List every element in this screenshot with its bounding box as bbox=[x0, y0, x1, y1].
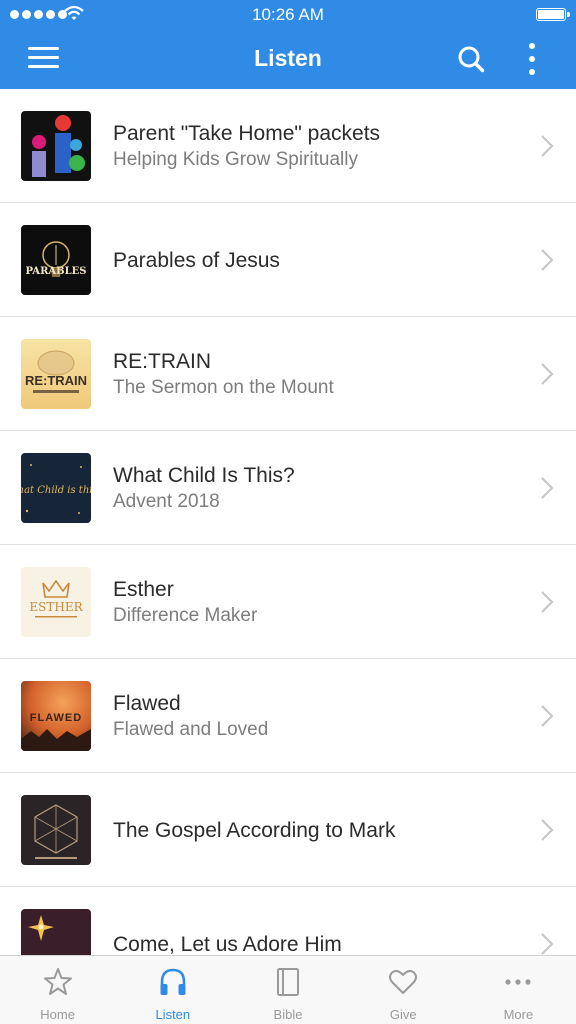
series-thumbnail: what Child is this? bbox=[21, 453, 91, 523]
tab-label: Listen bbox=[155, 1007, 191, 1022]
hamburger-menu-icon[interactable] bbox=[28, 47, 59, 69]
chevron-right-icon bbox=[541, 819, 554, 841]
tab-more[interactable]: More bbox=[461, 956, 576, 1024]
item-subtitle: Helping Kids Grow Spiritually bbox=[113, 149, 358, 170]
headphones-icon bbox=[160, 968, 186, 995]
tab-label: More bbox=[503, 1007, 534, 1022]
tab-label: Bible bbox=[273, 1007, 303, 1022]
item-subtitle: Difference Maker bbox=[113, 605, 258, 626]
book-icon bbox=[277, 968, 299, 996]
item-title: Esther bbox=[113, 578, 174, 601]
item-title: Parables of Jesus bbox=[113, 248, 280, 272]
thumbnail-title: FLAWED bbox=[30, 712, 82, 724]
chevron-right-icon bbox=[541, 135, 554, 157]
series-thumbnail: ESTHER bbox=[21, 567, 91, 637]
list-item[interactable]: ESTHER Esther Difference Maker bbox=[0, 545, 576, 659]
list-item[interactable]: PARABLES Parables of Jesus bbox=[0, 203, 576, 317]
series-thumbnail: RE:TRAIN bbox=[21, 339, 91, 409]
chevron-right-icon bbox=[541, 705, 554, 727]
chevron-right-icon bbox=[541, 363, 554, 385]
series-thumbnail: FLAWED bbox=[21, 681, 91, 751]
thumbnail-title: ESTHER bbox=[29, 600, 83, 614]
more-dots-icon bbox=[505, 979, 532, 985]
series-thumbnail bbox=[21, 909, 91, 955]
list-item[interactable]: what Child is this? What Child Is This? … bbox=[0, 431, 576, 545]
item-title: Parent "Take Home" packets bbox=[113, 122, 381, 145]
tab-label: Give bbox=[389, 1007, 417, 1022]
item-subtitle: Flawed and Loved bbox=[113, 719, 269, 740]
search-icon[interactable] bbox=[457, 45, 485, 73]
list-item[interactable]: Parent "Take Home" packets Helping Kids … bbox=[0, 89, 576, 203]
battery-icon bbox=[536, 8, 570, 21]
tab-label: Home bbox=[40, 1007, 75, 1022]
series-thumbnail: PARABLES bbox=[21, 225, 91, 295]
series-list: Parent "Take Home" packets Helping Kids … bbox=[0, 89, 576, 955]
chevron-right-icon bbox=[541, 477, 554, 499]
top-bar: 10:26 AM Listen bbox=[0, 0, 576, 89]
star-icon bbox=[43, 968, 72, 995]
item-subtitle: Advent 2018 bbox=[113, 491, 220, 512]
item-subtitle: The Sermon on the Mount bbox=[113, 377, 334, 398]
thumbnail-title: what Child is this? bbox=[21, 485, 91, 496]
item-title: Flawed bbox=[113, 692, 181, 715]
list-item[interactable]: The Gospel According to Mark bbox=[0, 773, 576, 887]
nav-bar: Listen bbox=[0, 30, 576, 89]
thumbnail-title: RE:TRAIN bbox=[25, 373, 87, 388]
page-title: Listen bbox=[254, 45, 322, 71]
tab-bar: Home Listen Bible Give More bbox=[0, 955, 576, 1024]
item-title: What Child Is This? bbox=[113, 464, 295, 487]
tab-give[interactable]: Give bbox=[346, 956, 461, 1024]
chevron-right-icon bbox=[541, 591, 554, 613]
status-time: 10:26 AM bbox=[252, 5, 324, 24]
tab-bible[interactable]: Bible bbox=[230, 956, 345, 1024]
thumbnail-title: PARABLES bbox=[26, 266, 87, 277]
item-title: Come, Let us Adore Him bbox=[113, 932, 342, 956]
item-title: RE:TRAIN bbox=[113, 350, 212, 373]
status-bar: 10:26 AM bbox=[0, 0, 576, 30]
more-options-icon[interactable] bbox=[522, 43, 542, 75]
list-item[interactable]: FLAWED Flawed Flawed and Loved bbox=[0, 659, 576, 773]
series-thumbnail bbox=[21, 795, 91, 865]
list-item[interactable]: Come, Let us Adore Him bbox=[0, 887, 576, 955]
tab-home[interactable]: Home bbox=[0, 956, 115, 1024]
series-thumbnail bbox=[21, 111, 91, 181]
chevron-right-icon bbox=[541, 249, 554, 271]
heart-icon bbox=[389, 969, 418, 994]
list-item[interactable]: RE:TRAIN RE:TRAIN The Sermon on the Moun… bbox=[0, 317, 576, 431]
item-title: The Gospel According to Mark bbox=[113, 818, 396, 842]
tab-listen[interactable]: Listen bbox=[115, 956, 230, 1024]
chevron-right-icon bbox=[541, 933, 554, 955]
